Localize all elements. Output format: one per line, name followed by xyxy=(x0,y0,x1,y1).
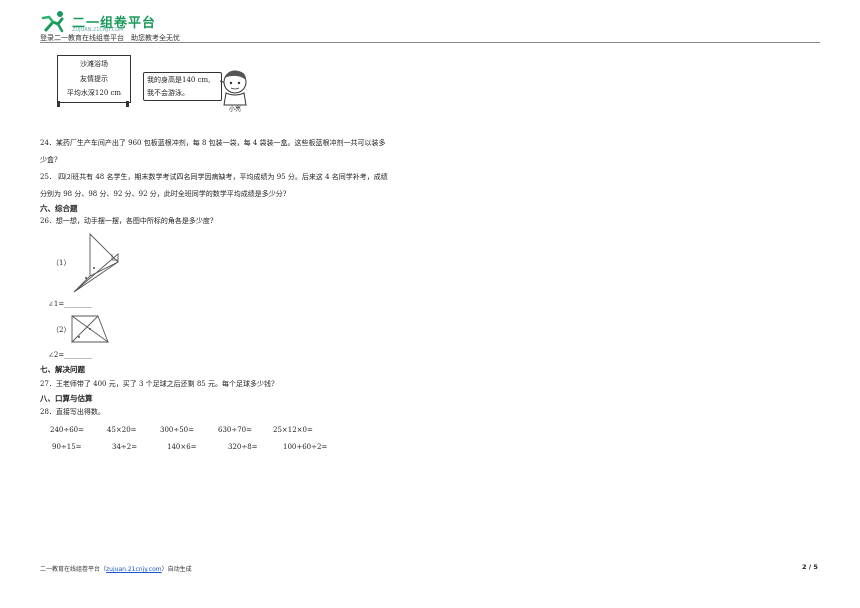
bubble-line: 我不会游泳。 xyxy=(147,89,189,97)
speech-bubble: 我的身高是140 cm, 我不会游泳。 xyxy=(143,72,222,101)
boy-cartoon-icon xyxy=(219,70,247,106)
sign-post-right xyxy=(126,101,129,107)
q26-part2-label: （2） xyxy=(52,326,71,334)
boy-name: 小亮 xyxy=(229,106,242,113)
triangle-set-figure-1 xyxy=(73,232,119,293)
section-heading-7: 七、解决问题 xyxy=(40,365,85,374)
footer-credit: 二一教育在线组卷平台（zujuan.21cnjy.com）自动生成 xyxy=(40,564,192,573)
sign-post-left xyxy=(57,101,60,107)
calc-item: 240÷60= xyxy=(50,426,84,434)
question-27: 27．王老师带了 400 元，买了 3 个足球之后还剩 85 元。每个足球多少钱… xyxy=(40,380,275,388)
q26-angle2-blank: ∠2=________ xyxy=(48,351,93,359)
footer-text-after: ）自动生成 xyxy=(161,566,192,573)
triangle-set-figure-2 xyxy=(70,315,110,343)
pool-sign: 沙滩浴场 友情提示 平均水深120 cm xyxy=(57,55,131,103)
question-24-line1: 24．某药厂生产车间产出了 960 包板蓝根冲剂，每 8 包装一袋，每 4 袋装… xyxy=(40,139,386,147)
sign-line: 沙滩浴场 xyxy=(80,60,108,68)
calc-item: 90÷15= xyxy=(52,443,82,451)
calc-item: 630÷70= xyxy=(218,426,252,434)
section-heading-8: 八、口算与估算 xyxy=(40,394,93,403)
calc-item: 45×20= xyxy=(107,426,137,434)
question-25-line2: 分别为 98 分、98 分、92 分、92 分，此时全班同学的数学平均成绩是多少… xyxy=(40,190,287,198)
calc-item: 34÷2= xyxy=(112,443,138,451)
footer-text-before: 二一教育在线组卷平台（ xyxy=(40,566,107,573)
q26-angle1-blank: ∠1=________ xyxy=(48,300,93,308)
header-divider xyxy=(40,42,820,43)
calc-item: 320÷8= xyxy=(228,443,258,451)
page-number: 2 / 5 xyxy=(802,563,818,571)
calc-item: 100+60÷2= xyxy=(283,443,328,451)
calc-item: 300÷50= xyxy=(160,426,194,434)
runner-logo-icon xyxy=(41,11,64,33)
bubble-line: 我的身高是140 cm, xyxy=(147,76,211,84)
question-28: 28．直接写出得数。 xyxy=(40,408,105,416)
sign-line: 平均水深120 cm xyxy=(66,89,122,97)
section-heading-6: 六、综合题 xyxy=(40,204,78,213)
calc-item: 25×12×0= xyxy=(273,426,313,434)
sign-line: 友情提示 xyxy=(80,75,108,83)
q26-part1-label: （1） xyxy=(52,259,71,267)
footer-link[interactable]: zujuan.21cnjy.com xyxy=(106,566,162,573)
calc-item: 140×6= xyxy=(167,443,197,451)
question-25-line1: 25． 四⑵班共有 48 名学生，期末数学考试四名同学因病缺考，平均成绩为 95… xyxy=(40,173,388,181)
question-26: 26．想一想，动手摆一摆，各图中所标的角各是多少度? xyxy=(40,217,214,225)
question-24-line2: 少盒? xyxy=(40,156,58,164)
